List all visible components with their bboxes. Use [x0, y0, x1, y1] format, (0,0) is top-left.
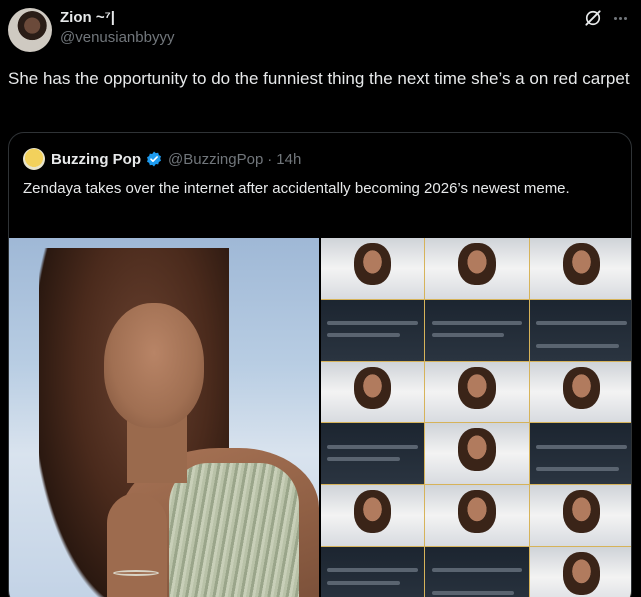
quoted-text: Zendaya takes over the internet after ac…	[23, 180, 570, 197]
collage-tile	[425, 361, 529, 423]
grok-icon[interactable]	[583, 8, 603, 28]
photo-arm	[107, 493, 167, 597]
media-photo-portrait[interactable]	[9, 238, 319, 597]
media-meme-collage[interactable]	[321, 238, 631, 597]
author-block: Zion ~⁷| @venusianbbyyy	[60, 8, 174, 48]
collage-tile	[321, 485, 425, 547]
collage-tile	[321, 299, 425, 361]
collage-tile	[425, 547, 529, 597]
collage-tile	[529, 361, 631, 423]
quoted-avatar[interactable]	[23, 148, 45, 170]
quoted-time[interactable]: 14h	[276, 151, 301, 168]
collage-tile	[425, 423, 529, 485]
photo-face	[104, 303, 204, 428]
collage-tile	[529, 299, 631, 361]
author-name[interactable]: Zion ~⁷|	[60, 8, 174, 28]
collage-tile	[321, 361, 425, 423]
collage-tile	[321, 423, 425, 485]
verified-badge-icon	[147, 151, 161, 167]
quoted-name[interactable]: Buzzing Pop	[51, 151, 141, 168]
collage-tile	[321, 547, 425, 597]
collage-tile	[529, 238, 631, 299]
quoted-header: Buzzing Pop @BuzzingPop · 14h	[23, 147, 301, 171]
collage-tile	[321, 238, 425, 299]
photo-bracelet	[113, 570, 159, 576]
collage-tile	[529, 485, 631, 547]
tweet-text: She has the opportunity to do the funnie…	[8, 69, 630, 88]
author-handle[interactable]: @venusianbbyyy	[60, 28, 174, 48]
more-icon[interactable]	[614, 10, 634, 26]
collage-tile	[425, 299, 529, 361]
collage-tile	[425, 238, 529, 299]
collage-tile	[529, 547, 631, 597]
photo-dress	[169, 463, 299, 597]
quoted-separator: ·	[267, 150, 273, 168]
quoted-tweet[interactable]: Buzzing Pop @BuzzingPop · 14h Zendaya ta…	[8, 132, 632, 597]
author-avatar[interactable]	[8, 8, 52, 52]
collage-tile	[529, 423, 631, 485]
quoted-media[interactable]	[9, 238, 631, 597]
collage-tile	[425, 485, 529, 547]
quoted-handle[interactable]: @BuzzingPop	[168, 151, 263, 168]
